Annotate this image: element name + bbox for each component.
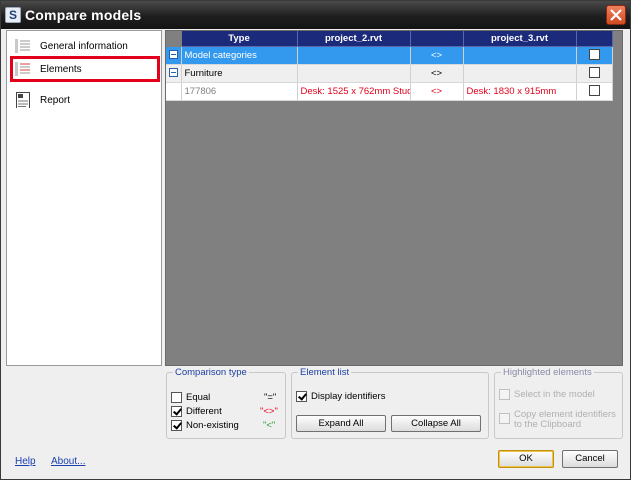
group-title: Element list bbox=[298, 367, 352, 378]
display-identifiers-row[interactable]: Display identifiers bbox=[296, 391, 446, 404]
select-in-model-checkbox[interactable] bbox=[499, 389, 510, 400]
left-value-cell bbox=[297, 46, 411, 65]
nav-item-elements[interactable]: Elements bbox=[10, 56, 160, 82]
compare-cell: <> bbox=[410, 64, 464, 83]
group-title: Comparison type bbox=[173, 367, 249, 378]
row-checkbox[interactable] bbox=[588, 85, 600, 97]
table-row[interactable]: Model categories <> bbox=[166, 46, 613, 65]
left-value-cell: Desk: 1525 x 762mm Stud... bbox=[297, 82, 411, 101]
elements-table: Type project_2.rvt project_3.rvt Model c… bbox=[166, 31, 613, 101]
checkbox-label: Select in the model bbox=[514, 389, 595, 400]
column-header-type[interactable]: Type bbox=[181, 31, 298, 47]
column-header-select[interactable] bbox=[576, 31, 613, 47]
collapse-icon[interactable] bbox=[168, 50, 178, 60]
highlighted-elements-group: Highlighted elements Select in the model… bbox=[494, 367, 623, 439]
nav-item-report[interactable]: Report bbox=[10, 87, 160, 113]
close-icon bbox=[610, 9, 622, 21]
non-existing-checkbox-row[interactable]: Non-existing "<" bbox=[171, 420, 281, 433]
different-checkbox[interactable] bbox=[171, 406, 182, 417]
row-checkbox-cell[interactable] bbox=[576, 46, 613, 65]
column-header-project-3[interactable]: project_3.rvt bbox=[463, 31, 577, 47]
close-button[interactable] bbox=[606, 5, 626, 25]
report-icon bbox=[16, 92, 30, 108]
equal-symbol: "=" bbox=[264, 392, 277, 403]
collapse-all-button[interactable]: Collapse All bbox=[391, 415, 481, 432]
table-row[interactable]: 177806 Desk: 1525 x 762mm Stud... <> Des… bbox=[166, 82, 613, 101]
section-nav: General information Elements Report bbox=[6, 30, 162, 366]
nav-label: General information bbox=[40, 41, 128, 52]
ok-button[interactable]: OK bbox=[498, 450, 554, 468]
table-header-row: Type project_2.rvt project_3.rvt bbox=[166, 31, 613, 47]
nav-label: Report bbox=[40, 95, 71, 106]
collapse-icon[interactable] bbox=[168, 68, 178, 78]
equal-checkbox[interactable] bbox=[171, 392, 182, 403]
checkbox-label: Equal bbox=[186, 392, 211, 403]
copy-identifiers-row[interactable]: Copy element identifiers to the Clipboar… bbox=[499, 409, 619, 433]
list-icon bbox=[15, 39, 30, 53]
comparison-grid: Type project_2.rvt project_3.rvt Model c… bbox=[165, 30, 623, 366]
select-in-model-row[interactable]: Select in the model bbox=[499, 389, 619, 402]
checkbox-label: Non-existing bbox=[186, 420, 239, 431]
right-value-cell bbox=[463, 46, 577, 65]
row-checkbox[interactable] bbox=[588, 49, 600, 61]
equal-checkbox-row[interactable]: Equal "=" bbox=[171, 392, 281, 405]
column-header-compare[interactable] bbox=[410, 31, 464, 47]
right-value-cell: Desk: 1830 x 915mm bbox=[463, 82, 577, 101]
about-link[interactable]: About... bbox=[51, 456, 85, 467]
group-title: Highlighted elements bbox=[501, 367, 594, 378]
row-expander-cell[interactable] bbox=[166, 64, 182, 83]
row-expander-cell[interactable] bbox=[166, 46, 182, 65]
app-logo-icon: S bbox=[5, 7, 21, 23]
compare-models-dialog: S Compare models General information Ele… bbox=[0, 0, 631, 480]
help-link[interactable]: Help bbox=[15, 456, 36, 467]
display-identifiers-checkbox[interactable] bbox=[296, 391, 307, 402]
nav-label: Elements bbox=[40, 64, 82, 75]
expand-all-button[interactable]: Expand All bbox=[296, 415, 386, 432]
checkbox-label: Different bbox=[186, 406, 222, 417]
cancel-button[interactable]: Cancel bbox=[562, 450, 618, 468]
type-cell: Furniture bbox=[181, 64, 298, 83]
row-checkbox-cell[interactable] bbox=[576, 82, 613, 101]
corner-cell bbox=[166, 31, 182, 47]
compare-cell: <> bbox=[410, 46, 464, 65]
different-symbol: "<>" bbox=[260, 406, 278, 417]
table-row[interactable]: Furniture <> bbox=[166, 64, 613, 83]
type-cell: 177806 bbox=[181, 82, 298, 101]
right-value-cell bbox=[463, 64, 577, 83]
left-value-cell bbox=[297, 64, 411, 83]
element-list-group: Element list Display identifiers Expand … bbox=[291, 367, 489, 439]
different-checkbox-row[interactable]: Different "<>" bbox=[171, 406, 281, 419]
non-existing-symbol: "<" bbox=[263, 420, 276, 431]
dialog-title: Compare models bbox=[25, 7, 142, 23]
comparison-type-group: Comparison type Equal "=" Different "<>"… bbox=[166, 367, 286, 439]
checkbox-label-line-2: to the Clipboard bbox=[514, 419, 582, 430]
title-bar: S Compare models bbox=[1, 1, 630, 29]
row-checkbox[interactable] bbox=[588, 67, 600, 79]
copy-identifiers-checkbox[interactable] bbox=[499, 413, 510, 424]
row-checkbox-cell[interactable] bbox=[576, 64, 613, 83]
elements-list-icon bbox=[15, 62, 30, 76]
non-existing-checkbox[interactable] bbox=[171, 420, 182, 431]
checkbox-label: Display identifiers bbox=[311, 391, 386, 402]
row-marker-cell bbox=[166, 82, 182, 101]
compare-cell: <> bbox=[410, 82, 464, 101]
column-header-project-2[interactable]: project_2.rvt bbox=[297, 31, 411, 47]
type-cell: Model categories bbox=[181, 46, 298, 65]
